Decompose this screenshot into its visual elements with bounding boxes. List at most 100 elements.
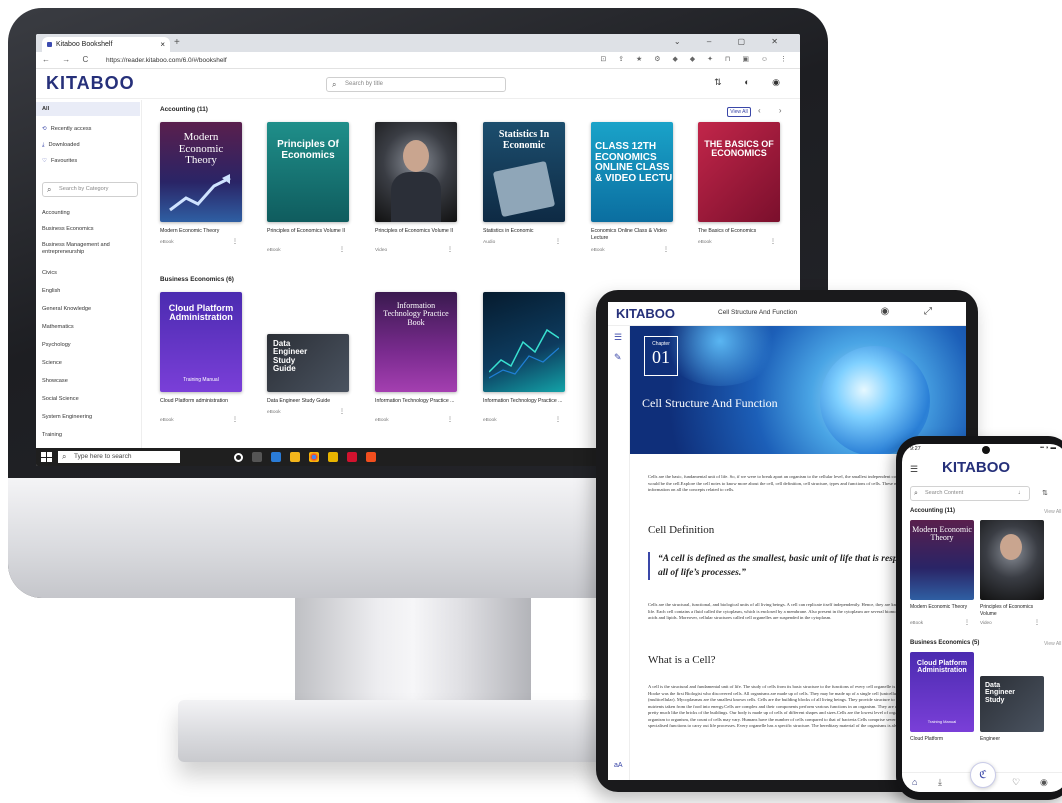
- search-icon: ⌕: [47, 185, 52, 194]
- book-type: Audio: [483, 240, 496, 245]
- tab-close-icon[interactable]: ×: [160, 37, 165, 52]
- book-card[interactable]: Information Technology Practice ... eBoo…: [483, 292, 565, 432]
- book-cover: Data Engineer Study Guide: [267, 334, 349, 392]
- header-icons[interactable]: ⇅ ◐ ◉: [714, 77, 790, 88]
- profile-expand-icons[interactable]: ◉ ⤢: [880, 306, 948, 317]
- chapter-badge: Chapter 01: [644, 336, 678, 376]
- more-options-icon[interactable]: ⋮: [447, 246, 453, 253]
- cortana-icon[interactable]: [234, 452, 243, 462]
- book-card[interactable]: THE BASICS OF ECONOMICS The Basics of Ec…: [698, 122, 780, 262]
- book-cover: Information Technology Practice Book: [375, 292, 457, 392]
- carousel-pager[interactable]: ‹ ›: [758, 106, 790, 115]
- toc-icon[interactable]: ☰: [614, 332, 622, 343]
- book-type: eBook: [698, 240, 712, 245]
- book-card[interactable]: Data Engineer Study Guide Data Engineer …: [267, 292, 349, 432]
- more-options-icon[interactable]: ⋮: [663, 246, 669, 253]
- category-item[interactable]: Business Management and entrepreneurship: [36, 239, 140, 259]
- sticky-notes-icon[interactable]: [328, 452, 338, 462]
- browser-tab[interactable]: Kitaboo Bookshelf ×: [42, 37, 170, 52]
- book-card[interactable]: Cloud Platform Administration Training M…: [160, 292, 242, 432]
- url-field[interactable]: https://reader.kitaboo.com/6.0/#/bookshe…: [106, 55, 566, 66]
- book-card[interactable]: Principles of Economics Volume II Video …: [375, 122, 457, 262]
- heading-cell-definition: Cell Definition: [648, 524, 715, 536]
- book-card[interactable]: CLASS 12TH ECONOMICS ONLINE CLASS & VIDE…: [591, 122, 673, 262]
- category-item[interactable]: Training: [36, 428, 140, 442]
- download-icon: ⤓: [42, 142, 45, 148]
- category-item[interactable]: Psychology: [36, 338, 140, 352]
- category-item[interactable]: General Knowledge: [36, 302, 140, 316]
- new-tab-button[interactable]: +: [174, 37, 180, 48]
- category-item[interactable]: English: [36, 284, 140, 298]
- book-card[interactable]: Principles Of Economics Principles of Ec…: [267, 122, 349, 262]
- search-input[interactable]: ⌕ Search by title: [326, 77, 506, 92]
- sort-icon[interactable]: ⇅: [1042, 489, 1048, 497]
- category-item[interactable]: Civics: [36, 266, 140, 280]
- category-item[interactable]: Accounting: [36, 206, 140, 220]
- heart-icon: ♡: [42, 158, 48, 164]
- chapter-hero: Chapter 01 Cell Structure And Function: [630, 326, 966, 454]
- category-item[interactable]: Business Economics: [36, 222, 140, 236]
- book-cover: Modern Economic Theory: [160, 122, 242, 222]
- profile-icon[interactable]: ◉: [1040, 777, 1048, 788]
- category-item[interactable]: Social Science: [36, 392, 140, 406]
- book-card[interactable]: Information Technology Practice Book Inf…: [375, 292, 457, 432]
- chapter-title: Cell Structure And Function: [642, 396, 778, 410]
- book-title: Economics Online Class & Video Lecture: [591, 228, 667, 241]
- taskbar-search-input[interactable]: ⌕ Type here to search: [58, 451, 180, 463]
- book-card[interactable]: Statistics In Economic Statistics in Eco…: [483, 122, 565, 262]
- kitaboo-fab-icon[interactable]: ℭ: [970, 762, 996, 788]
- home-icon[interactable]: ⌂: [912, 777, 917, 787]
- book-cover: Cloud Platform Administration Training M…: [910, 652, 974, 732]
- sidebar-item-recently-access[interactable]: ⟲ Recently access: [36, 122, 140, 136]
- book-cover: Principles Of Economics: [267, 122, 349, 222]
- tab-title: Kitaboo Bookshelf: [56, 41, 113, 48]
- view-all-link[interactable]: View All: [1044, 509, 1061, 515]
- search-input[interactable]: ⌕ Search Content ♩: [910, 486, 1030, 501]
- task-view-icon[interactable]: [252, 452, 262, 462]
- mic-icon[interactable]: ♩: [1018, 487, 1024, 500]
- chrome-icon[interactable]: [309, 452, 319, 462]
- reader-toolbar: ☰ ✎ aA: [608, 326, 630, 780]
- book-card[interactable]: Modern Economic Theory Modern Economic T…: [160, 122, 242, 262]
- book-cover: Data Engineer Study: [980, 676, 1044, 732]
- view-all-link[interactable]: View All: [1044, 641, 1061, 647]
- extension-icons[interactable]: ⊡ ⇪ ★ ⚙ ◆ ◆ ✦ ⊓ ▣ ☺ ⋮: [600, 55, 792, 63]
- sidebar-item-favourites[interactable]: ♡ Favourites: [36, 154, 140, 168]
- book-title: Information Technology Practice ...: [375, 398, 455, 404]
- heart-icon[interactable]: ♡: [1012, 777, 1020, 788]
- category-item[interactable]: Science: [36, 356, 140, 370]
- windows-start-icon[interactable]: [41, 452, 52, 462]
- category-item[interactable]: System Engineering: [36, 410, 140, 424]
- nav-buttons[interactable]: ← → C: [42, 55, 93, 64]
- more-options-icon[interactable]: ⋮: [964, 619, 970, 626]
- book-type: eBook: [267, 410, 281, 415]
- book-title: Modern Economic Theory: [910, 604, 968, 610]
- more-options-icon[interactable]: ⋮: [555, 238, 561, 245]
- download-icon[interactable]: ⤓: [938, 777, 942, 788]
- category-item[interactable]: Showcase: [36, 374, 140, 388]
- annotate-icon[interactable]: ✎: [614, 352, 622, 363]
- file-explorer-icon[interactable]: [271, 452, 281, 462]
- folder-icon[interactable]: [290, 452, 300, 462]
- more-options-icon[interactable]: ⋮: [232, 416, 238, 423]
- acrobat-icon[interactable]: [347, 452, 357, 462]
- book-title: Modern Economic Theory: [160, 228, 220, 234]
- book-type: Video: [980, 620, 992, 625]
- more-options-icon[interactable]: ⋮: [339, 408, 345, 415]
- more-options-icon[interactable]: ⋮: [447, 416, 453, 423]
- book-type: eBook: [375, 418, 389, 423]
- more-options-icon[interactable]: ⋮: [1034, 619, 1040, 626]
- more-options-icon[interactable]: ⋮: [339, 246, 345, 253]
- sidebar-item-all[interactable]: All: [36, 102, 140, 116]
- hamburger-menu-icon[interactable]: ☰: [910, 464, 918, 475]
- category-item[interactable]: Mathematics: [36, 320, 140, 334]
- sidebar-item-downloaded[interactable]: ⤓ Downloaded: [36, 138, 140, 152]
- category-search-input[interactable]: ⌕ Search by Category: [42, 182, 138, 197]
- more-options-icon[interactable]: ⋮: [770, 238, 776, 245]
- more-options-icon[interactable]: ⋮: [555, 416, 561, 423]
- more-options-icon[interactable]: ⋮: [232, 238, 238, 245]
- figma-icon[interactable]: [366, 452, 376, 462]
- font-size-icon[interactable]: aA: [614, 762, 623, 769]
- window-controls[interactable]: ⌄ – ▢ ✕: [674, 37, 790, 46]
- view-all-button[interactable]: View All: [727, 107, 751, 117]
